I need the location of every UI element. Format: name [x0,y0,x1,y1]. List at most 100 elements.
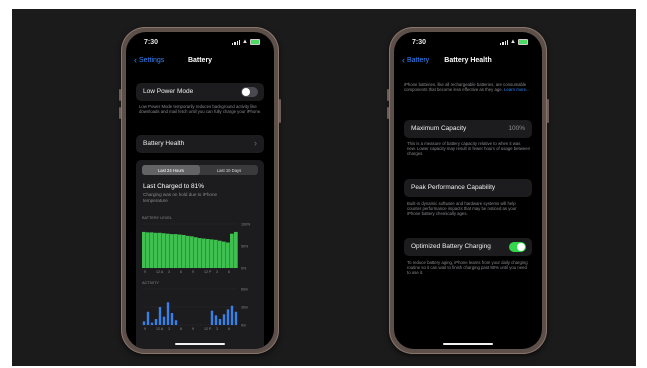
status-bar: 7:30 ▲ [126,37,274,49]
activity-bar [170,313,174,325]
battery-level-x-tick-label: 3 [168,270,170,274]
learn-more-link[interactable]: Learn more... [504,87,530,92]
battery-health-intro: iPhone batteries, like all rechargeable … [404,82,530,92]
battery-level-bar [178,234,182,268]
activity-y-tick-label: 60m [241,287,248,291]
activity-bar [210,310,214,325]
battery-status-icon [250,39,260,45]
battery-level-bar [206,238,210,268]
home-indicator[interactable] [175,343,225,345]
battery-level-bar [210,239,214,268]
toggle-knob [242,88,250,96]
battery-level-bar [158,232,162,268]
volume-up-button [119,89,121,101]
battery-level-bar [226,242,230,268]
battery-level-bar [170,234,174,268]
low-power-mode-footer: Low Power Mode temporarily reduces backg… [139,104,262,115]
maximum-capacity-label: Maximum Capacity [411,125,467,132]
chevron-right-icon: › [254,138,257,148]
activity-x-tick-label: 12 A [156,327,164,331]
battery-usage-card: Last 24 Hours Last 10 Days Last Charged … [136,160,264,349]
page-title: Battery [187,57,213,64]
activity-x-tick-label: 9 [144,327,146,331]
activity-bar [218,319,222,325]
battery-level-bar [174,234,178,268]
battery-level-bar [186,235,190,268]
battery-level-bar [162,233,166,268]
status-time: 7:30 [144,39,159,46]
battery-level-chart-title: BATTERY LEVEL [142,216,172,220]
activity-bar [230,305,234,325]
battery-level-x-tick-label: 6 [180,270,182,274]
battery-level-bar [166,233,170,268]
cellular-signal-icon [500,39,509,45]
battery-level-bar [154,232,158,268]
iphone-battery-health: 7:30 ▲ ‹ Battery Battery Health iPhone b… [387,27,549,354]
battery-level-bar [142,231,146,268]
battery-level-bar [234,231,238,268]
battery-level-x-tick-label: 9 [144,270,146,274]
battery-level-bar [198,238,202,268]
volume-down-button [387,107,389,119]
battery-charts: BATTERY LEVEL 100% 50% 0% 9 12 A 3 6 9 12 P 3 6 AC… [142,216,251,331]
activity-chart-title: ACTIVITY [142,281,160,285]
wifi-icon: ▲ [242,38,248,45]
battery-level-bar [190,236,194,268]
battery-level-bar [150,232,154,268]
activity-x-tick-label: 3 [168,327,170,331]
activity-bar [174,320,178,325]
status-time: 7:30 [412,39,427,46]
activity-y-tick-label: 30m [241,305,248,309]
volume-up-button [387,89,389,101]
activity-bar [214,315,218,325]
maximum-capacity-note: This is a measure of battery capacity re… [407,141,531,157]
optimized-charging-note: To reduce battery aging, iPhone learns f… [407,260,528,276]
battery-level-bar [194,237,198,268]
phone-screen: 7:30 ▲ ‹ Battery Battery Health iPhone b… [394,32,542,349]
tab-last-24-hours[interactable]: Last 24 Hours [142,165,200,175]
battery-level-bar [182,235,186,268]
activity-bar [142,321,146,325]
battery-level-bar [214,239,218,268]
page-title: Battery Health [444,57,492,64]
battery-level-bar [202,238,206,268]
low-power-mode-toggle[interactable] [241,87,258,97]
maximum-capacity-row: Maximum Capacity 100% [404,120,532,138]
battery-level-chart: 100% 50% 0% 9 12 A 3 6 9 12 P 3 6 [142,222,251,274]
navigation-bar: ‹ Battery Battery Health [394,56,542,69]
optimized-charging-toggle[interactable] [509,242,526,252]
presentation-background: 7:30 ▲ ‹ Settings Battery Low Power Mode… [12,9,636,366]
optimized-charging-row: Optimized Battery Charging [404,238,532,256]
status-bar: 7:30 ▲ [394,37,542,49]
iphone-battery-settings: 7:30 ▲ ‹ Settings Battery Low Power Mode… [119,27,281,354]
optimized-charging-label: Optimized Battery Charging [411,243,491,250]
power-button [547,99,549,123]
low-power-mode-row: Low Power Mode [136,83,264,101]
toggle-knob [517,243,525,251]
activity-x-tick-label: 3 [216,327,218,331]
battery-health-row[interactable]: Battery Health › [136,135,264,153]
battery-level-bar [230,233,234,268]
peak-performance-row: Peak Performance Capability [404,179,532,197]
activity-x-tick-label: 12 P [204,327,212,331]
activity-y-tick-label: 0m [241,323,246,327]
battery-level-y-tick-label: 50% [241,244,249,248]
battery-level-y-tick-label: 100% [241,222,251,226]
activity-bar [166,302,170,325]
volume-down-button [119,107,121,119]
phone-screen: 7:30 ▲ ‹ Settings Battery Low Power Mode… [126,32,274,349]
activity-bar [234,311,238,325]
battery-level-x-tick-label: 9 [192,270,194,274]
wifi-icon: ▲ [510,38,516,45]
charging-on-hold-note: Charging was on hold due to iPhone tempe… [143,192,218,203]
activity-bar [222,314,226,325]
battery-level-x-tick-label: 12 P [204,270,212,274]
home-indicator[interactable] [443,343,493,345]
activity-chart: 60m 30m 0m 9 12 A 3 6 9 12 P 3 6 [142,287,248,331]
power-button [279,99,281,123]
time-range-segmented-control: Last 24 Hours Last 10 Days [142,165,258,175]
activity-bar [162,316,166,325]
tab-last-10-days[interactable]: Last 10 Days [200,165,258,175]
last-charged-title: Last Charged to 81% [143,183,205,190]
battery-status-icon [518,39,528,45]
